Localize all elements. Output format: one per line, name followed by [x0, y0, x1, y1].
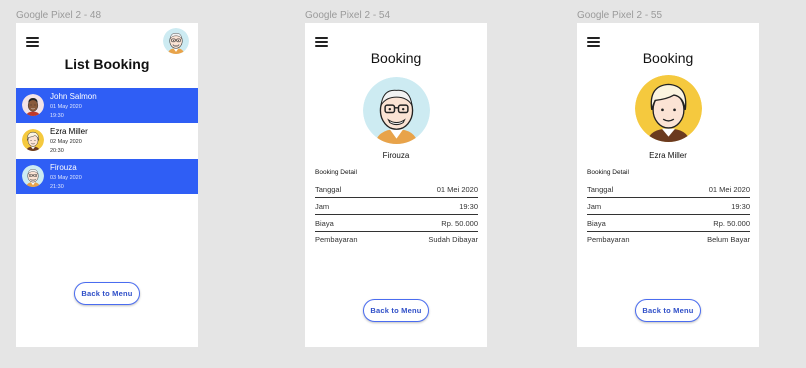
booking-detail-heading: Booking Detail: [587, 169, 629, 176]
back-to-menu-button[interactable]: Back to Menu: [363, 299, 429, 322]
detail-label: Tanggal: [587, 185, 614, 194]
booking-time: 19:30: [50, 113, 64, 119]
detail-row-biaya: Biaya Rp. 50.000: [315, 216, 478, 232]
detail-label: Biaya: [315, 219, 334, 228]
detail-value: 19:30: [731, 202, 750, 211]
booking-avatar: [22, 129, 44, 151]
detail-value: Belum Bayar: [707, 235, 750, 244]
page-title: List Booking: [64, 56, 150, 72]
list-booking-screen: List Booking John Salmon 01 May 2020 19:…: [16, 23, 198, 347]
detail-value: 01 Mei 2020: [708, 185, 750, 194]
booking-list-item[interactable]: Ezra Miller 02 May 2020 20:30: [16, 123, 198, 158]
detail-value: 19:30: [459, 202, 478, 211]
frame-label-3: Google Pixel 2 - 55: [577, 10, 663, 21]
detail-row-tanggal: Tanggal 01 Mei 2020: [315, 182, 478, 198]
customer-name: Ezra Miller: [649, 151, 687, 160]
booking-time: 21:30: [50, 184, 64, 190]
booking-date: 02 May 2020: [50, 139, 82, 145]
hamburger-menu-icon[interactable]: [587, 37, 600, 47]
detail-label: Pembayaran: [315, 235, 358, 244]
booking-detail-screen: Booking Ezra Miller Booking Detail Tangg…: [577, 23, 759, 347]
hamburger-menu-icon[interactable]: [315, 37, 328, 47]
booking-name: John Salmon: [50, 92, 97, 101]
page-title: Booking: [642, 50, 694, 66]
booking-date: 03 May 2020: [50, 175, 82, 181]
back-to-menu-button[interactable]: Back to Menu: [74, 282, 140, 305]
booking-date: 01 May 2020: [50, 104, 82, 110]
detail-value: 01 Mei 2020: [436, 185, 478, 194]
detail-value: Rp. 50.000: [441, 219, 478, 228]
user-avatar[interactable]: [163, 28, 189, 54]
page-title: Booking: [370, 50, 422, 66]
customer-name: Firouza: [382, 151, 410, 160]
booking-list-item[interactable]: Firouza 03 May 2020 21:30: [16, 159, 198, 194]
detail-row-biaya: Biaya Rp. 50.000: [587, 216, 750, 232]
detail-label: Jam: [315, 202, 330, 211]
detail-label: Pembayaran: [587, 235, 630, 244]
detail-row-pembayaran: Pembayaran Belum Bayar: [587, 232, 750, 247]
detail-label: Biaya: [587, 219, 606, 228]
detail-row-pembayaran: Pembayaran Sudah Dibayar: [315, 232, 478, 247]
detail-row-jam: Jam 19:30: [587, 199, 750, 215]
booking-time: 20:30: [50, 148, 64, 154]
booking-detail-heading: Booking Detail: [315, 169, 357, 176]
detail-row-tanggal: Tanggal 01 Mei 2020: [587, 182, 750, 198]
frame-label-2: Google Pixel 2 - 54: [305, 10, 391, 21]
frame-label-1: Google Pixel 2 - 48: [16, 10, 102, 21]
hamburger-menu-icon[interactable]: [26, 37, 39, 47]
detail-value: Rp. 50.000: [713, 219, 750, 228]
detail-value: Sudah Dibayar: [428, 235, 478, 244]
back-to-menu-button[interactable]: Back to Menu: [635, 299, 701, 322]
booking-avatar: [22, 94, 44, 116]
booking-avatar: [22, 165, 44, 187]
booking-name: Ezra Miller: [50, 127, 88, 136]
booking-detail-screen: Booking Firouza Booking Detail Tanggal 0…: [305, 23, 487, 347]
booking-list-item[interactable]: John Salmon 01 May 2020 19:30: [16, 88, 198, 123]
detail-label: Jam: [587, 202, 602, 211]
detail-label: Tanggal: [315, 185, 342, 194]
detail-row-jam: Jam 19:30: [315, 199, 478, 215]
profile-avatar: [635, 75, 702, 142]
booking-name: Firouza: [50, 163, 77, 172]
profile-avatar: [363, 77, 430, 144]
